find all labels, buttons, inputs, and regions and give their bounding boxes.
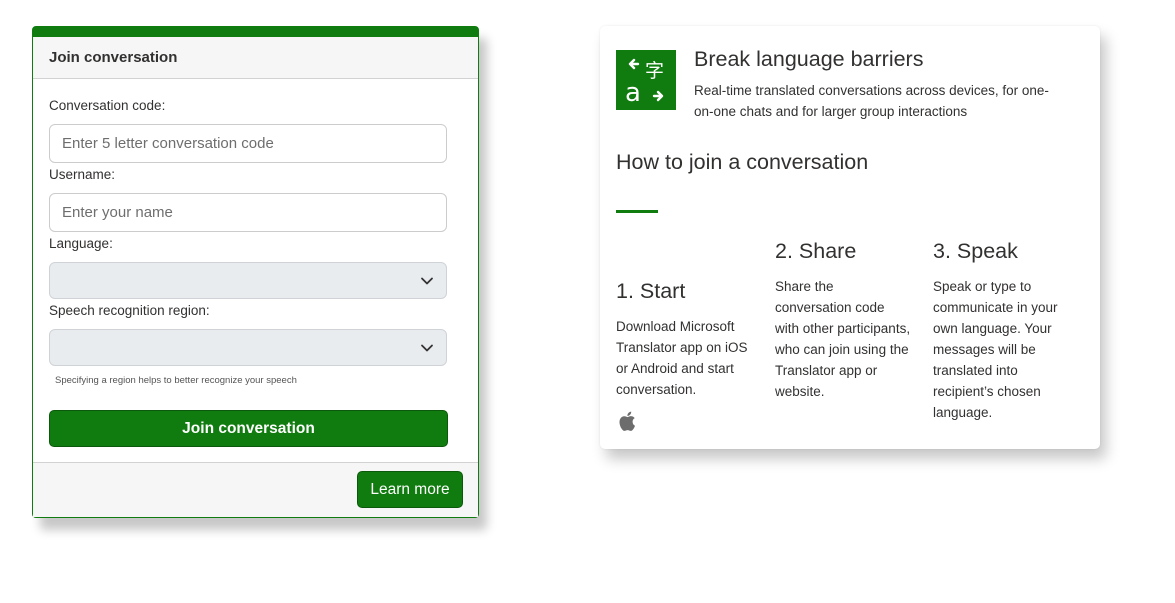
- join-conversation-button[interactable]: Join conversation: [49, 410, 448, 447]
- section-divider: [616, 210, 658, 213]
- logo-cjk-glyph: 字: [645, 60, 664, 82]
- info-title: Break language barriers: [694, 47, 924, 71]
- region-label: Speech recognition region:: [49, 303, 210, 318]
- step-1-heading: 1. Start: [616, 279, 686, 303]
- info-subtitle: Real-time translated conversations acros…: [694, 83, 1049, 119]
- chevron-down-icon: [421, 277, 433, 285]
- apple-icon[interactable]: [617, 409, 639, 433]
- region-select[interactable]: [49, 329, 447, 366]
- region-hint: Specifying a region helps to better reco…: [55, 375, 297, 386]
- logo-latin-glyph: a: [625, 78, 641, 108]
- step-3-heading: 3. Speak: [933, 239, 1018, 263]
- step-2-heading: 2. Share: [775, 239, 857, 263]
- step-2-text: Share the conversation code with other p…: [775, 279, 911, 399]
- step-1-text: Download Microsoft Translator app on iOS…: [616, 319, 748, 397]
- join-conversation-card: Join conversation Conversation code: Use…: [32, 26, 479, 518]
- conversation-code-input[interactable]: [49, 124, 447, 163]
- join-card-footer: Learn more: [33, 462, 478, 517]
- translator-logo-icon: 字 a: [616, 50, 676, 110]
- language-label: Language:: [49, 236, 113, 251]
- join-card-header: Join conversation: [33, 37, 478, 79]
- step-3-text: Speak or type to communicate in your own…: [933, 279, 1058, 420]
- learn-more-button[interactable]: Learn more: [357, 471, 463, 508]
- language-select[interactable]: [49, 262, 447, 299]
- chevron-down-icon: [421, 344, 433, 352]
- info-card: 字 a Break language barriers Real-time tr…: [600, 26, 1100, 449]
- username-input[interactable]: [49, 193, 447, 232]
- username-label: Username:: [49, 167, 116, 182]
- conversation-code-label: Conversation code:: [49, 98, 166, 113]
- how-to-join-title: How to join a conversation: [616, 150, 869, 174]
